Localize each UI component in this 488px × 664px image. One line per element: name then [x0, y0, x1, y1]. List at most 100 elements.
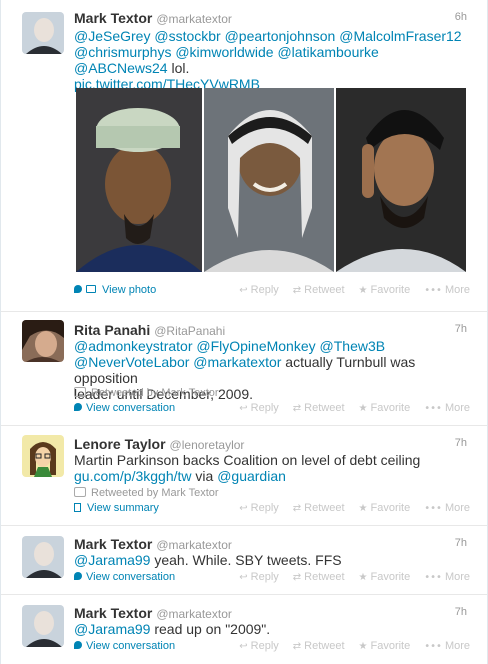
- mention-link[interactable]: @ABCNews24: [74, 60, 168, 76]
- avatar[interactable]: [22, 536, 64, 578]
- reply-label: Reply: [250, 502, 279, 514]
- article-link[interactable]: gu.com/p/3kggh/tw: [74, 468, 192, 484]
- avatar-photo-icon: [22, 12, 64, 54]
- reply-button[interactable]: ↩ Reply: [239, 284, 279, 296]
- avatar-cartoon-icon: [22, 435, 64, 477]
- view-conversation-button[interactable]: View conversation: [74, 402, 175, 414]
- favorite-button[interactable]: ★ Favorite: [359, 402, 411, 414]
- mention-link[interactable]: @FlyOpineMonkey: [196, 338, 315, 354]
- reply-button[interactable]: ↩ Reply: [239, 640, 279, 652]
- fullname[interactable]: Rita Panahi: [74, 322, 150, 338]
- reply-button[interactable]: ↩ Reply: [239, 502, 279, 514]
- reply-icon: ↩: [239, 641, 248, 652]
- timestamp[interactable]: 6h: [455, 11, 467, 23]
- timestamp[interactable]: 7h: [455, 323, 467, 335]
- mention-link[interactable]: @sstockbr: [154, 28, 220, 44]
- reply-button[interactable]: ↩ Reply: [239, 571, 279, 583]
- more-button[interactable]: ••• More: [424, 640, 470, 652]
- timestamp[interactable]: 7h: [455, 537, 467, 549]
- tweet[interactable]: Lenore Taylor @lenoretaylor 7h Martin Par…: [1, 426, 487, 526]
- fullname[interactable]: Mark Textor: [74, 10, 152, 26]
- favorite-button[interactable]: ★ Favorite: [359, 502, 411, 514]
- username[interactable]: @markatextor: [156, 607, 232, 621]
- view-conversation-button[interactable]: View conversation: [74, 571, 175, 583]
- person-photo-icon: [76, 88, 202, 272]
- tweet[interactable]: Mark Textor @markatextor 7h @Jarama99 yea…: [1, 526, 487, 595]
- username[interactable]: @markatextor: [156, 538, 232, 552]
- more-dots-icon: •••: [424, 403, 442, 414]
- more-button[interactable]: ••• More: [424, 284, 470, 296]
- mention-link[interactable]: @guardian: [217, 468, 286, 484]
- tweet[interactable]: Mark Textor @markatextor 7h @Jarama99 rea…: [1, 595, 487, 664]
- view-photo-button[interactable]: View photo: [74, 284, 156, 296]
- star-icon: ★: [358, 641, 368, 652]
- retweet-context[interactable]: Retweeted by Mark Textor: [74, 386, 219, 400]
- retweet-icon: ⇄: [292, 503, 302, 514]
- tweet-footer: View conversation ↩ Reply ⇄ Retweet ★ Favorit…: [74, 402, 470, 418]
- comment-bubble-icon: [74, 641, 82, 649]
- mention-link[interactable]: @MalcolmFraser12: [339, 28, 461, 44]
- more-button[interactable]: ••• More: [424, 402, 470, 414]
- fullname[interactable]: Lenore Taylor: [74, 436, 166, 452]
- more-button[interactable]: ••• More: [424, 571, 470, 583]
- expand-label: View conversation: [86, 640, 176, 652]
- retweet-button[interactable]: ⇄ Retweet: [293, 640, 345, 652]
- comment-bubble-icon: [74, 285, 82, 293]
- mention-link[interactable]: @JeSeGrey: [74, 28, 150, 44]
- retweet-button[interactable]: ⇄ Retweet: [293, 284, 345, 296]
- tweet-photo[interactable]: [76, 88, 466, 272]
- view-summary-button[interactable]: View summary: [74, 502, 159, 514]
- expand-label: View summary: [87, 502, 159, 514]
- more-button[interactable]: ••• More: [424, 502, 470, 514]
- favorite-label: Favorite: [370, 571, 411, 583]
- mention-link[interactable]: @Jarama99: [74, 621, 150, 637]
- retweet-button[interactable]: ⇄ Retweet: [293, 502, 345, 514]
- more-dots-icon: •••: [424, 285, 442, 296]
- favorite-button[interactable]: ★ Favorite: [359, 284, 411, 296]
- tweet[interactable]: Mark Textor @markatextor 6h @JeSeGrey @ss…: [1, 0, 487, 312]
- mention-link[interactable]: @Jarama99: [74, 552, 150, 568]
- retweet-context-icon: [74, 387, 86, 397]
- avatar[interactable]: [22, 435, 64, 477]
- mention-link[interactable]: @admonkeystrator: [74, 338, 192, 354]
- username[interactable]: @markatextor: [156, 12, 232, 26]
- fullname[interactable]: Mark Textor: [74, 536, 152, 552]
- timestamp[interactable]: 7h: [455, 606, 467, 618]
- username[interactable]: @lenoretaylor: [170, 438, 245, 452]
- via-text: via: [195, 468, 214, 484]
- retweet-icon: ⇄: [292, 641, 302, 652]
- photo-icon: [86, 285, 96, 293]
- username[interactable]: @RitaPanahi: [154, 324, 225, 338]
- timestamp[interactable]: 7h: [455, 437, 467, 449]
- mention-link[interactable]: @latikambourke: [277, 44, 378, 60]
- reply-button[interactable]: ↩ Reply: [239, 402, 279, 414]
- tweet-actions: ↩ Reply ⇄ Retweet ★ Favorite ••• More: [225, 402, 470, 414]
- retweet-button[interactable]: ⇄ Retweet: [293, 402, 345, 414]
- favorite-label: Favorite: [370, 640, 411, 652]
- tweet[interactable]: Rita Panahi @RitaPanahi 7h @admonkeystrat…: [1, 312, 487, 426]
- avatar[interactable]: [22, 605, 64, 647]
- favorite-button[interactable]: ★ Favorite: [359, 640, 411, 652]
- comment-bubble-icon: [74, 403, 82, 411]
- mention-link[interactable]: @markatextor: [193, 354, 281, 370]
- reply-label: Reply: [250, 640, 279, 652]
- retweet-context[interactable]: Retweeted by Mark Textor: [74, 486, 219, 500]
- tweet-footer: View conversation ↩ Reply ⇄ Retweet ★ Favorit…: [74, 571, 470, 587]
- avatar[interactable]: [22, 320, 64, 362]
- mention-link[interactable]: @NeverVoteLabor: [74, 354, 189, 370]
- favorite-button[interactable]: ★ Favorite: [359, 571, 411, 583]
- avatar[interactable]: [22, 12, 64, 54]
- retweet-button[interactable]: ⇄ Retweet: [293, 571, 345, 583]
- retweeted-by: Retweeted by Mark Textor: [91, 387, 219, 399]
- photo-panel-2: [204, 88, 334, 272]
- mention-link[interactable]: @chrismurphys: [74, 44, 171, 60]
- view-conversation-button[interactable]: View conversation: [74, 640, 175, 652]
- mention-link[interactable]: @kimworldwide: [175, 44, 273, 60]
- retweet-label: Retweet: [304, 402, 345, 414]
- photo-panel-1: [76, 88, 202, 272]
- avatar-photo-icon: [22, 605, 64, 647]
- mention-link[interactable]: @Thew3B: [320, 338, 386, 354]
- more-label: More: [444, 402, 470, 414]
- mention-link[interactable]: @peartonjohnson: [225, 28, 336, 44]
- fullname[interactable]: Mark Textor: [74, 605, 152, 621]
